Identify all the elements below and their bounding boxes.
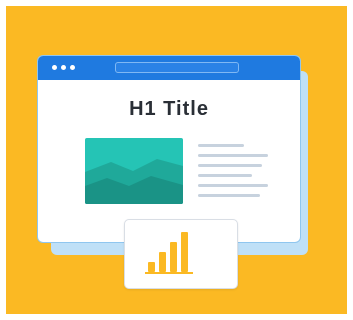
landscape-icon — [85, 159, 183, 204]
text-line — [198, 174, 252, 177]
chart-bar — [181, 232, 188, 272]
chart-baseline — [145, 272, 193, 274]
address-bar — [115, 62, 239, 73]
window-control-dot — [70, 65, 75, 70]
bar-chart-icon — [124, 219, 238, 289]
text-line — [198, 164, 262, 167]
window-control-dot — [52, 65, 57, 70]
image-placeholder-icon — [85, 138, 183, 204]
text-line — [198, 194, 260, 197]
browser-titlebar — [38, 56, 300, 80]
chart-bar — [148, 262, 155, 272]
chart-bar — [159, 252, 166, 272]
text-line — [198, 154, 268, 157]
h1-title: H1 Title — [129, 98, 209, 120]
chart-bar — [170, 242, 177, 272]
text-line — [198, 144, 244, 147]
text-line — [198, 184, 268, 187]
window-control-dot — [61, 65, 66, 70]
browser-window: H1 Title — [37, 55, 301, 243]
